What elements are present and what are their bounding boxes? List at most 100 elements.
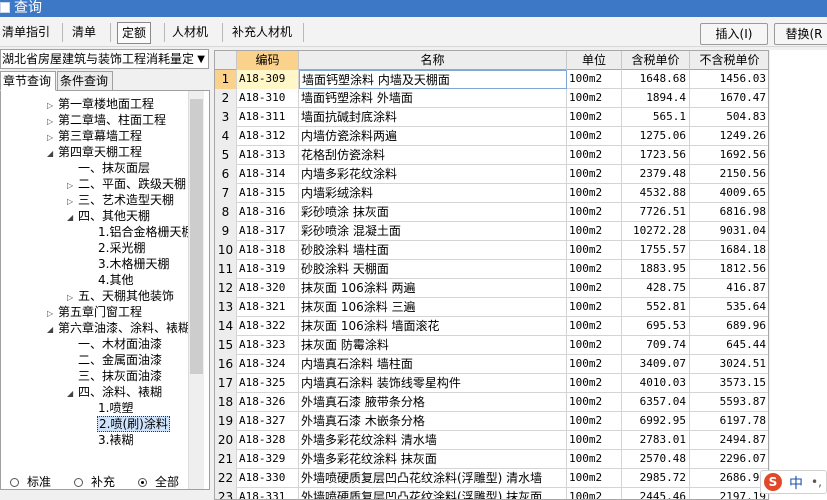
tax-exclusive-price-cell[interactable]: 2296.07: [690, 450, 768, 469]
unit-cell[interactable]: 100m2: [567, 412, 622, 431]
tab-quota[interactable]: 定额: [117, 22, 152, 44]
tree-node[interactable]: 二、金属面油漆: [67, 352, 163, 368]
column-header-tax-exclusive-price[interactable]: 不含税单价: [690, 51, 768, 70]
chevron-down-icon[interactable]: ▼: [197, 51, 205, 68]
name-cell[interactable]: 内墙仿瓷涂料两遍: [299, 127, 567, 146]
table-row[interactable]: 14 A18-322 抹灰面 106涂料 墙面滚花 100m2 695.53 689.96: [215, 317, 768, 336]
tree-node[interactable]: 3.木格栅天棚: [87, 256, 170, 272]
tax-exclusive-price-cell[interactable]: 504.83: [690, 108, 768, 127]
row-index-cell[interactable]: 8: [215, 203, 237, 222]
table-row[interactable]: 11 A18-319 砂胶涂料 天棚面 100m2 1883.95 1812.56: [215, 260, 768, 279]
tax-inclusive-price-cell[interactable]: 695.53: [622, 317, 690, 336]
row-index-cell[interactable]: 13: [215, 298, 237, 317]
name-cell[interactable]: 抹灰面 106涂料 三遍: [299, 298, 567, 317]
table-row[interactable]: 19 A18-327 外墙真石漆 木嵌条分格 100m2 6992.95 6197.78: [215, 412, 768, 431]
unit-cell[interactable]: 100m2: [567, 355, 622, 374]
tax-exclusive-price-cell[interactable]: 3573.15: [690, 374, 768, 393]
tax-inclusive-price-cell[interactable]: 6357.04: [622, 393, 690, 412]
tree-node[interactable]: 4.其他: [87, 272, 134, 288]
row-index-cell[interactable]: 14: [215, 317, 237, 336]
row-index-cell[interactable]: 5: [215, 146, 237, 165]
tab-bill[interactable]: 清单: [72, 22, 96, 44]
tax-inclusive-price-cell[interactable]: 1755.57: [622, 241, 690, 260]
unit-cell[interactable]: 100m2: [567, 279, 622, 298]
collapse-icon[interactable]: ◢: [67, 210, 77, 226]
column-header-name[interactable]: 名称: [299, 51, 567, 70]
tax-exclusive-price-cell[interactable]: 6197.78: [690, 412, 768, 431]
tab-chapter-query[interactable]: 章节查询: [0, 71, 56, 91]
tab-condition-query[interactable]: 条件查询: [57, 71, 113, 91]
code-cell[interactable]: A18-331: [237, 488, 299, 499]
name-cell[interactable]: 内墙彩绒涂料: [299, 184, 567, 203]
tax-inclusive-price-cell[interactable]: 709.74: [622, 336, 690, 355]
tree-node[interactable]: 2.采光棚: [87, 240, 146, 256]
name-cell[interactable]: 外墙喷硬质复层凹凸花纹涂料(浮雕型) 抹灰面: [299, 488, 567, 499]
unit-cell[interactable]: 100m2: [567, 222, 622, 241]
tax-inclusive-price-cell[interactable]: 6992.95: [622, 412, 690, 431]
tax-exclusive-price-cell[interactable]: 2197.19: [690, 488, 768, 499]
collapse-icon[interactable]: ◢: [47, 322, 57, 338]
name-cell[interactable]: 抹灰面 106涂料 墙面滚花: [299, 317, 567, 336]
tab-labor-material-machine[interactable]: 人材机: [172, 22, 208, 44]
tax-inclusive-price-cell[interactable]: 1894.4: [622, 89, 690, 108]
unit-cell[interactable]: 100m2: [567, 336, 622, 355]
unit-cell[interactable]: 100m2: [567, 374, 622, 393]
unit-cell[interactable]: 100m2: [567, 488, 622, 499]
row-index-cell[interactable]: 10: [215, 241, 237, 260]
tax-inclusive-price-cell[interactable]: 1275.06: [622, 127, 690, 146]
table-row[interactable]: 12 A18-320 抹灰面 106涂料 两遍 100m2 428.75 416.87: [215, 279, 768, 298]
row-index-cell[interactable]: 23: [215, 488, 237, 499]
insert-button[interactable]: 插入(I): [700, 23, 768, 45]
tax-exclusive-price-cell[interactable]: 1692.56: [690, 146, 768, 165]
code-cell[interactable]: A18-328: [237, 431, 299, 450]
tax-exclusive-price-cell[interactable]: 416.87: [690, 279, 768, 298]
row-index-cell[interactable]: 22: [215, 469, 237, 488]
tax-exclusive-price-cell[interactable]: 2686.97: [690, 469, 768, 488]
table-row[interactable]: 18 A18-326 外墙真石漆 腋带条分格 100m2 6357.04 5593.87: [215, 393, 768, 412]
code-cell[interactable]: A18-309: [237, 70, 299, 89]
row-index-cell[interactable]: 12: [215, 279, 237, 298]
code-cell[interactable]: A18-318: [237, 241, 299, 260]
code-cell[interactable]: A18-313: [237, 146, 299, 165]
unit-cell[interactable]: 100m2: [567, 298, 622, 317]
tax-exclusive-price-cell[interactable]: 1670.47: [690, 89, 768, 108]
table-row[interactable]: 7 A18-315 内墙彩绒涂料 100m2 4532.88 4009.65: [215, 184, 768, 203]
tree-node[interactable]: ▷ 五、天棚其他装饰: [67, 288, 175, 304]
table-row[interactable]: 9 A18-317 彩砂喷涂 混凝土面 100m2 10272.28 9031.04: [215, 222, 768, 241]
code-cell[interactable]: A18-312: [237, 127, 299, 146]
row-index-cell[interactable]: 16: [215, 355, 237, 374]
table-row[interactable]: 5 A18-313 花格刮仿瓷涂料 100m2 1723.56 1692.56: [215, 146, 768, 165]
radio-standard[interactable]: 标准: [10, 473, 51, 490]
ime-toolbar[interactable]: S 中 •,: [760, 470, 827, 494]
tax-exclusive-price-cell[interactable]: 4009.65: [690, 184, 768, 203]
tax-exclusive-price-cell[interactable]: 689.96: [690, 317, 768, 336]
tax-inclusive-price-cell[interactable]: 4010.03: [622, 374, 690, 393]
name-cell[interactable]: 内墙多彩花纹涂料: [299, 165, 567, 184]
table-row[interactable]: 1 A18-309 墙面钙塑涂料 内墙及天棚面 100m2 1648.68 1456.03: [215, 70, 768, 89]
name-cell[interactable]: 内墙真石涂料 墙柱面: [299, 355, 567, 374]
tax-exclusive-price-cell[interactable]: 1249.26: [690, 127, 768, 146]
name-cell[interactable]: 外墙真石漆 腋带条分格: [299, 393, 567, 412]
code-cell[interactable]: A18-317: [237, 222, 299, 241]
name-cell[interactable]: 外墙真石漆 木嵌条分格: [299, 412, 567, 431]
tree-node[interactable]: ▷ 第三章幕墙工程: [47, 128, 143, 144]
code-cell[interactable]: A18-327: [237, 412, 299, 431]
tree-node[interactable]: 3.裱糊: [87, 432, 134, 448]
row-index-cell[interactable]: 7: [215, 184, 237, 203]
code-cell[interactable]: A18-323: [237, 336, 299, 355]
unit-cell[interactable]: 100m2: [567, 317, 622, 336]
row-index-cell[interactable]: 6: [215, 165, 237, 184]
collapse-icon[interactable]: ◢: [67, 386, 77, 402]
code-cell[interactable]: A18-311: [237, 108, 299, 127]
scrollbar-thumb[interactable]: [190, 99, 203, 374]
tab-bill-guide[interactable]: 清单指引: [2, 22, 50, 44]
tax-exclusive-price-cell[interactable]: 645.44: [690, 336, 768, 355]
row-index-cell[interactable]: 18: [215, 393, 237, 412]
quota-library-select[interactable]: 湖北省房屋建筑与装饰工程消耗量定 ▼: [0, 49, 209, 69]
column-header-unit[interactable]: 单位: [567, 51, 622, 70]
tree-node[interactable]: 一、木材面油漆: [67, 336, 163, 352]
tree-scrollbar[interactable]: [188, 91, 204, 489]
tax-exclusive-price-cell[interactable]: 9031.04: [690, 222, 768, 241]
code-cell[interactable]: A18-315: [237, 184, 299, 203]
tax-inclusive-price-cell[interactable]: 3409.07: [622, 355, 690, 374]
